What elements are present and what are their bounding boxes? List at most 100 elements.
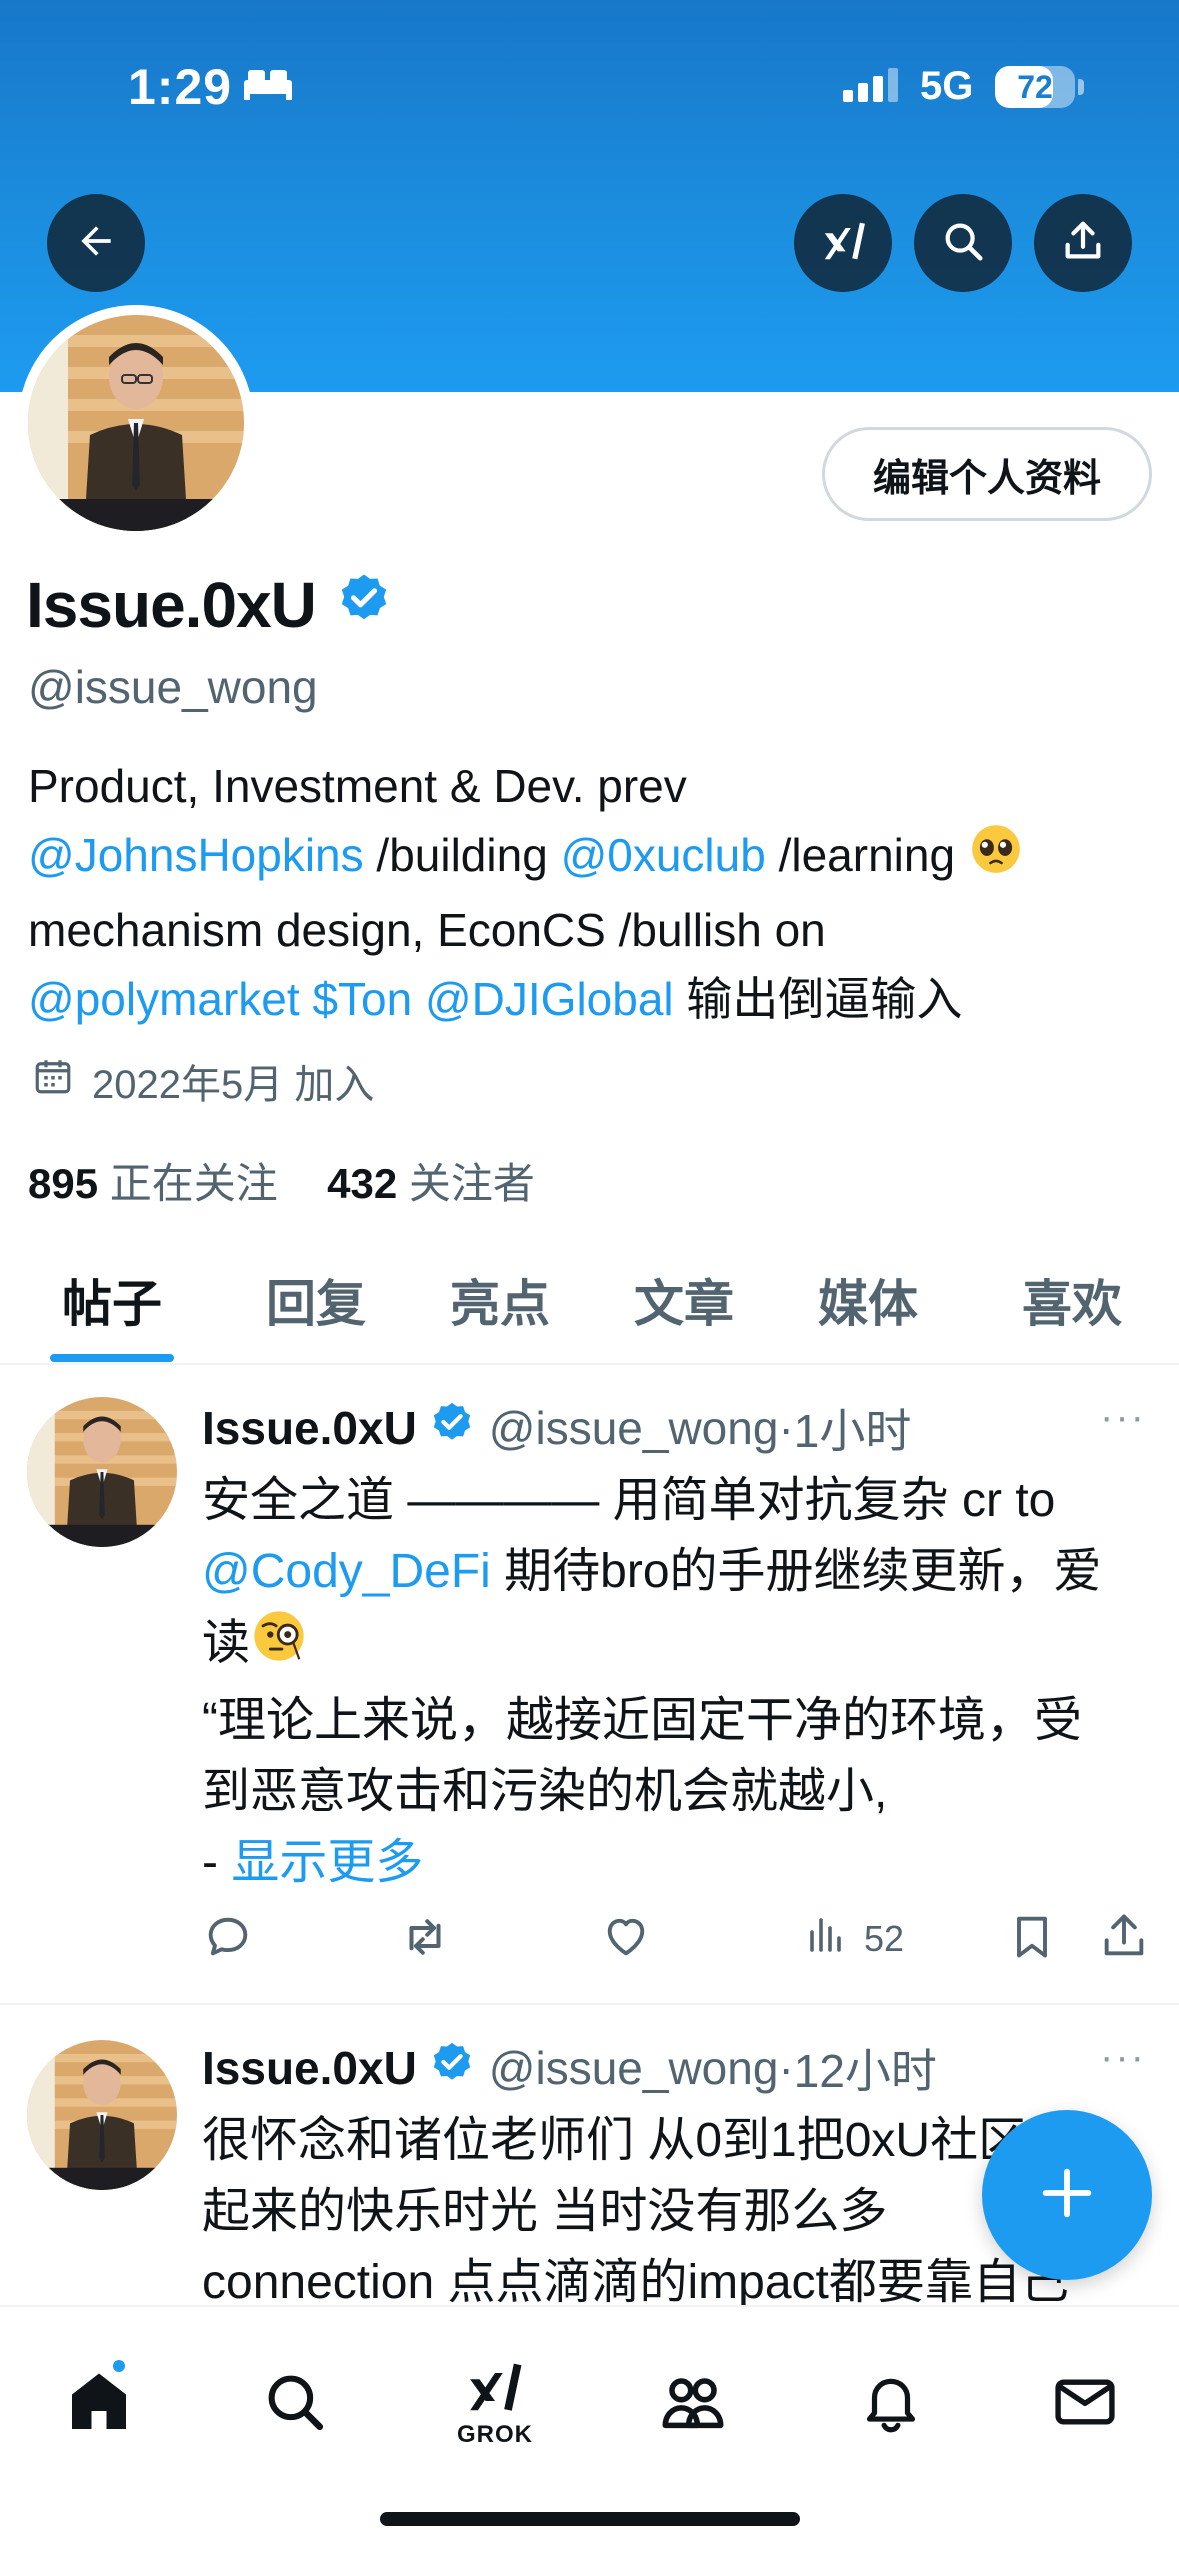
- bookmark-icon: [1006, 1910, 1058, 1971]
- profile-display-name: Issue.0xU: [26, 568, 392, 642]
- communities-icon: [658, 2367, 728, 2442]
- grok-label: GROK: [457, 2420, 533, 2448]
- follow-stats: 895 正在关注 432 关注者: [28, 1150, 535, 1211]
- share-button[interactable]: [1034, 194, 1132, 292]
- bio-text: 输出倒逼输入: [673, 973, 963, 1026]
- post-text-line: 读: [202, 1607, 1162, 1685]
- bookmark-button[interactable]: [1006, 1910, 1058, 1971]
- bio-line: mechanism design, EconCS /bullish on: [28, 896, 1158, 965]
- verified-badge-icon: [429, 2040, 475, 2097]
- post-author-handle: @issue_wong: [488, 2042, 779, 2094]
- post-text-line: 安全之道 ———— 用简单对抗复杂 cr to: [202, 1474, 1056, 1527]
- joined-text: 2022年5月 加入: [92, 1063, 375, 1107]
- mention-link[interactable]: @Cody_DeFi: [202, 1545, 491, 1598]
- post-item[interactable]: Issue.0xU @issue_wong · 1小时 ··· 安全之道 ———…: [0, 1365, 1179, 2005]
- post-avatar[interactable]: [27, 2040, 177, 2190]
- separator-dot: ·: [778, 2042, 794, 2094]
- share-icon: [1060, 218, 1106, 269]
- cashtag-link[interactable]: $Ton: [312, 973, 412, 1025]
- battery-percent: 72: [1017, 69, 1053, 105]
- profile-avatar[interactable]: [18, 305, 254, 541]
- post-avatar[interactable]: [27, 1397, 177, 1547]
- tab-media[interactable]: 媒体: [818, 1264, 918, 1336]
- following-count: 895: [28, 1160, 99, 1207]
- back-button[interactable]: [47, 194, 145, 292]
- avatar-image: [28, 315, 244, 531]
- grok-logo-icon: [817, 215, 869, 272]
- post-timestamp[interactable]: 1小时: [794, 1395, 912, 1461]
- nav-search[interactable]: [240, 2349, 350, 2459]
- network-type: 5G: [920, 64, 974, 108]
- bio-line: @polymarket $Ton @DJIGlobal 输出倒逼输入: [28, 965, 1158, 1034]
- views-count: 52: [864, 1917, 905, 1959]
- nav-communities[interactable]: [638, 2349, 748, 2459]
- post-text-line: @Cody_DeFi 期待bro的手册继续更新，爱: [202, 1536, 1162, 1607]
- show-more-link[interactable]: 显示更多: [231, 1836, 423, 1889]
- pleading-face-emoji-icon: [968, 821, 1024, 896]
- post-author-handle: @issue_wong: [488, 1402, 779, 1454]
- mention-link[interactable]: @polymarket: [28, 973, 300, 1025]
- arrow-left-icon: [74, 219, 118, 268]
- following-label: 正在关注: [109, 1160, 278, 1207]
- active-tab-indicator: [50, 1354, 174, 1362]
- more-options-icon[interactable]: ···: [1100, 1395, 1146, 1440]
- profile-bio: Product, Investment & Dev. prev @JohnsHo…: [28, 752, 1158, 1034]
- analytics-icon: [802, 1910, 850, 1967]
- bio-line: Product, Investment & Dev. prev: [28, 752, 1158, 821]
- reply-button[interactable]: [202, 1910, 254, 1971]
- heart-icon: [600, 1910, 652, 1971]
- bio-text: /building: [363, 829, 561, 881]
- separator-dot: ·: [778, 1402, 794, 1454]
- post-author-name[interactable]: Issue.0xU: [202, 2041, 417, 2095]
- cellular-signal-icon: [843, 68, 903, 109]
- home-icon: [63, 2366, 135, 2443]
- bio-text: Product, Investment & Dev. prev: [28, 760, 687, 812]
- nav-notifications[interactable]: [836, 2349, 946, 2459]
- status-time: 1:29: [128, 59, 233, 115]
- tab-likes[interactable]: 喜欢: [1022, 1264, 1122, 1336]
- following-link[interactable]: 895 正在关注: [28, 1160, 278, 1207]
- post-timestamp[interactable]: 12小时: [794, 2035, 937, 2101]
- search-icon: [940, 218, 986, 269]
- more-options-icon[interactable]: ···: [1100, 2035, 1146, 2080]
- post-text-line: - 显示更多: [202, 1827, 1162, 1898]
- like-button[interactable]: [600, 1910, 652, 1971]
- post-text-fragment: 期待bro的手册继续更新，爱: [490, 1545, 1102, 1598]
- notification-dot: [110, 2357, 128, 2375]
- share-post-button[interactable]: [1098, 1910, 1150, 1971]
- profile-tabs: 帖子 回复 亮点 文章 媒体 喜欢: [0, 1250, 1179, 1365]
- grok-button[interactable]: [794, 194, 892, 292]
- tab-highlights[interactable]: 亮点: [450, 1264, 550, 1336]
- repost-button[interactable]: [398, 1910, 452, 1973]
- tab-posts[interactable]: 帖子: [62, 1264, 162, 1336]
- search-icon: [262, 2369, 328, 2440]
- nav-messages[interactable]: [1030, 2349, 1140, 2459]
- nav-home[interactable]: [44, 2349, 154, 2459]
- status-bar: 1:29 5G 72: [0, 0, 1179, 170]
- grok-icon: [464, 2360, 526, 2419]
- post-actions: 52: [200, 1910, 1160, 1970]
- nav-grok[interactable]: GROK: [440, 2349, 550, 2459]
- mention-link[interactable]: @JohnsHopkins: [28, 829, 364, 881]
- edit-profile-button[interactable]: 编辑个人资料: [822, 427, 1152, 521]
- notifications-icon: [858, 2369, 924, 2440]
- bio-text: mechanism design, EconCS /bullish on: [28, 904, 826, 957]
- battery-icon: 72: [995, 66, 1075, 108]
- repost-icon: [398, 1910, 452, 1973]
- post-header: Issue.0xU @issue_wong · 1小时: [202, 1395, 911, 1461]
- followers-label: 关注者: [408, 1160, 535, 1207]
- followers-link[interactable]: 432 关注者: [327, 1160, 535, 1207]
- bio-text: /learning: [765, 829, 968, 881]
- calendar-icon: [32, 1055, 92, 1107]
- compose-post-button[interactable]: [982, 2110, 1152, 2280]
- mention-link[interactable]: @DJIGlobal: [425, 973, 674, 1025]
- views-button[interactable]: 52: [802, 1910, 904, 1967]
- search-button[interactable]: [914, 194, 1012, 292]
- post-text-fragment: -: [202, 1836, 232, 1889]
- mention-link[interactable]: @0xuclub: [561, 829, 766, 881]
- tab-replies[interactable]: 回复: [266, 1264, 366, 1336]
- sleep-mode-icon: [242, 66, 294, 107]
- home-indicator[interactable]: [380, 2512, 800, 2526]
- post-author-name[interactable]: Issue.0xU: [202, 1401, 417, 1455]
- tab-articles[interactable]: 文章: [634, 1264, 734, 1336]
